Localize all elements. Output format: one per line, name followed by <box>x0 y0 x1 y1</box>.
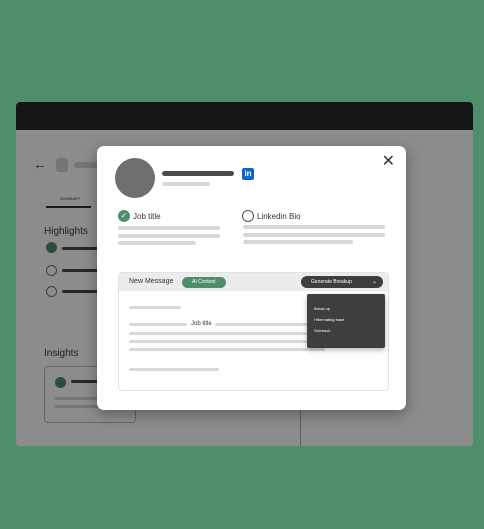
text-line-placeholder <box>243 233 385 237</box>
message-line-placeholder <box>129 340 325 343</box>
chevron-down-icon: ⌄ <box>371 279 377 285</box>
generate-dropdown[interactable]: Generate Breakup ⌄ <box>301 276 383 288</box>
text-line-placeholder <box>243 225 385 229</box>
subtitle-placeholder <box>162 182 210 186</box>
close-icon[interactable]: ✕ <box>382 154 395 170</box>
inline-job-title-token: Job title <box>191 321 212 327</box>
message-line-placeholder <box>129 332 325 335</box>
message-line-placeholder <box>129 348 325 351</box>
text-line-placeholder <box>118 226 220 230</box>
new-message-header: New Message AI Content Generate Breakup … <box>119 273 388 291</box>
generate-dropdown-menu: Break up Hibernating base Outreach <box>307 294 385 348</box>
linkedin-bio-radio-icon[interactable] <box>242 210 254 222</box>
message-line-placeholder <box>129 306 181 309</box>
text-line-placeholder <box>243 240 353 244</box>
linkedin-icon[interactable]: in <box>242 168 254 180</box>
job-title-check-icon[interactable]: ✓ <box>118 210 130 222</box>
menu-item-outreach[interactable]: Outreach <box>314 328 330 333</box>
linkedin-bio-option-label[interactable]: Linkedin Bio <box>257 212 301 221</box>
ai-content-button[interactable]: AI Content <box>182 277 226 288</box>
job-title-option-label[interactable]: Job title <box>133 212 161 221</box>
name-placeholder <box>162 171 234 176</box>
avatar <box>115 158 155 198</box>
contact-modal: ✕ in ✓ Job title Linkedin Bio New Messag… <box>97 146 406 410</box>
message-line-placeholder <box>129 323 187 326</box>
text-line-placeholder <box>118 241 196 245</box>
text-line-placeholder <box>118 234 220 238</box>
new-message-panel: New Message AI Content Generate Breakup … <box>118 272 389 391</box>
generate-dropdown-label: Generate Breakup <box>311 279 352 285</box>
menu-item-hibernating-base[interactable]: Hibernating base <box>314 317 344 322</box>
menu-item-break-up[interactable]: Break up <box>314 306 330 311</box>
message-line-placeholder <box>129 368 219 371</box>
new-message-title: New Message <box>129 278 174 285</box>
